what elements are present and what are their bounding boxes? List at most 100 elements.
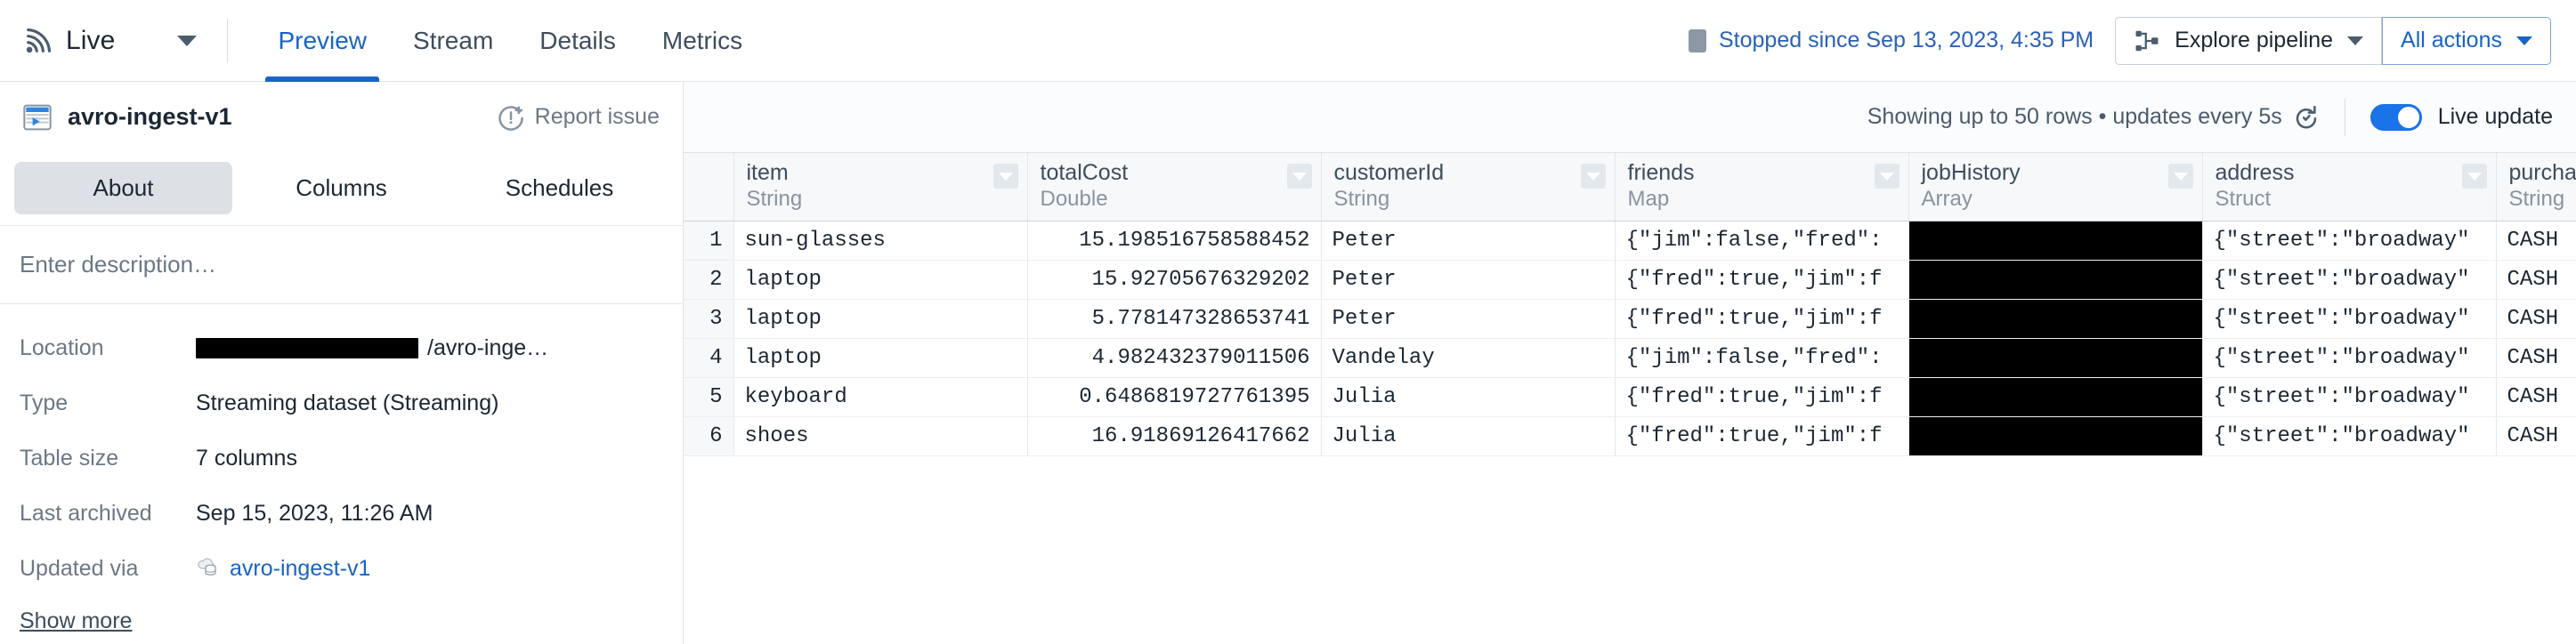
chevron-down-icon[interactable] bbox=[1580, 164, 1606, 189]
cell-address[interactable]: {"street":"broadway" bbox=[2202, 221, 2497, 261]
chevron-down-icon[interactable] bbox=[1874, 164, 1900, 189]
preview-table-container[interactable]: item String totalCost Double customerId … bbox=[684, 153, 2576, 644]
updated-via-link[interactable]: avro-ingest-v1 bbox=[230, 556, 370, 582]
cell-item[interactable]: keyboard bbox=[733, 377, 1028, 417]
table-row[interactable]: 4 laptop 4.982432379011506 Vandelay {"ji… bbox=[684, 338, 2576, 378]
refresh-icon[interactable] bbox=[2293, 104, 2320, 131]
sidebar-tab-columns[interactable]: Columns bbox=[232, 162, 450, 214]
tab-stream[interactable]: Stream bbox=[393, 0, 513, 82]
table-row[interactable]: 5 keyboard 0.6486819727761395 Julia {"fr… bbox=[684, 377, 2576, 417]
chevron-down-icon[interactable] bbox=[2461, 164, 2487, 189]
show-more-link[interactable]: Show more bbox=[20, 608, 663, 634]
tab-metrics-label: Metrics bbox=[661, 26, 743, 54]
cell-customerid[interactable]: Julia bbox=[1321, 377, 1616, 417]
toolbar-button-group: Explore pipeline All actions bbox=[2115, 16, 2551, 65]
cell-jobhistory[interactable] bbox=[1908, 377, 2203, 417]
cell-friends[interactable]: {"fred":true,"jim":f bbox=[1615, 299, 1909, 339]
sidebar-tab-about[interactable]: About bbox=[14, 162, 232, 214]
cell-friends[interactable]: {"fred":true,"jim":f bbox=[1615, 260, 1909, 300]
chevron-down-icon[interactable] bbox=[2347, 36, 2364, 45]
cell-purchasetype[interactable]: CASH bbox=[2496, 299, 2576, 339]
cell-purchasetype[interactable]: CASH bbox=[2496, 416, 2576, 456]
pipeline-graph-icon bbox=[2134, 28, 2160, 54]
toggle-switch[interactable] bbox=[2369, 103, 2422, 131]
cell-totalcost[interactable]: 0.6486819727761395 bbox=[1027, 377, 1322, 417]
column-header-jobhistory[interactable]: jobHistory Array bbox=[1908, 153, 2203, 221]
cell-customerid[interactable]: Vandelay bbox=[1321, 338, 1616, 378]
chevron-down-icon[interactable] bbox=[2167, 164, 2193, 189]
all-actions-label: All actions bbox=[2401, 28, 2502, 52]
cell-purchasetype[interactable]: CASH bbox=[2496, 260, 2576, 300]
info-sidebar: About Columns Schedules Enter descriptio… bbox=[0, 153, 684, 644]
table-row[interactable]: 1 sun-glasses 15.198516758588452 Peter {… bbox=[684, 221, 2576, 261]
column-header-totalcost[interactable]: totalCost Double bbox=[1027, 153, 1322, 221]
cell-item[interactable]: laptop bbox=[733, 338, 1028, 378]
column-header-friends[interactable]: friends Map bbox=[1615, 153, 1909, 221]
column-header-address[interactable]: address Struct bbox=[2202, 153, 2497, 221]
cell-address[interactable]: {"street":"broadway" bbox=[2202, 416, 2497, 456]
table-row[interactable]: 6 shoes 16.91869126417662 Julia {"fred":… bbox=[684, 416, 2576, 456]
cell-totalcost[interactable]: 5.778147328653741 bbox=[1027, 299, 1322, 339]
chevron-down-icon[interactable] bbox=[2516, 36, 2532, 45]
cell-totalcost[interactable]: 15.198516758588452 bbox=[1027, 221, 1322, 261]
cell-totalcost[interactable]: 4.982432379011506 bbox=[1027, 338, 1322, 378]
table-header: item String totalCost Double customerId … bbox=[684, 153, 2576, 221]
cell-jobhistory[interactable] bbox=[1908, 338, 2203, 378]
chevron-down-icon[interactable] bbox=[992, 164, 1018, 189]
chevron-down-icon[interactable] bbox=[177, 35, 198, 46]
cell-friends[interactable]: {"jim":false,"fred": bbox=[1615, 221, 1909, 261]
description-input[interactable]: Enter description… bbox=[0, 226, 683, 304]
cell-item[interactable]: laptop bbox=[733, 260, 1028, 300]
cell-address[interactable]: {"street":"broadway" bbox=[2202, 377, 2497, 417]
chevron-down-icon[interactable] bbox=[1286, 164, 1312, 189]
table-row[interactable]: 3 laptop 5.778147328653741 Peter {"fred"… bbox=[684, 299, 2576, 339]
report-issue-button[interactable]: Report issue bbox=[498, 104, 660, 131]
cell-item[interactable]: shoes bbox=[733, 416, 1028, 456]
cell-purchasetype[interactable]: CASH bbox=[2496, 338, 2576, 378]
tab-details[interactable]: Details bbox=[520, 0, 636, 82]
column-header-customerid[interactable]: customerId String bbox=[1321, 153, 1616, 221]
table-row[interactable]: 2 laptop 15.92705676329202 Peter {"fred"… bbox=[684, 260, 2576, 300]
sidebar-tab-about-label: About bbox=[93, 174, 154, 201]
cell-item[interactable]: sun-glasses bbox=[733, 221, 1028, 261]
pipeline-status[interactable]: Stopped since Sep 13, 2023, 4:35 PM bbox=[1689, 28, 2094, 53]
column-header-item[interactable]: item String bbox=[733, 153, 1028, 221]
cell-totalcost[interactable]: 16.91869126417662 bbox=[1027, 416, 1322, 456]
explore-pipeline-label: Explore pipeline bbox=[2175, 28, 2334, 52]
cell-jobhistory[interactable] bbox=[1908, 221, 2203, 261]
cell-jobhistory[interactable] bbox=[1908, 260, 2203, 300]
column-name: totalCost bbox=[1040, 160, 1129, 185]
table-empty-space bbox=[684, 455, 2576, 644]
all-actions-button[interactable]: All actions bbox=[2382, 16, 2551, 65]
live-update-toggle[interactable]: Live update bbox=[2369, 103, 2553, 131]
cell-friends[interactable]: {"fred":true,"jim":f bbox=[1615, 416, 1909, 456]
cell-totalcost[interactable]: 15.92705676329202 bbox=[1027, 260, 1322, 300]
cell-customerid[interactable]: Julia bbox=[1321, 416, 1616, 456]
cell-address[interactable]: {"street":"broadway" bbox=[2202, 260, 2497, 300]
column-type: Double bbox=[1040, 186, 1108, 211]
cell-purchasetype[interactable]: CASH bbox=[2496, 221, 2576, 261]
toggle-knob bbox=[2397, 106, 2419, 128]
tab-stream-label: Stream bbox=[413, 26, 494, 54]
cell-address[interactable]: {"street":"broadway" bbox=[2202, 338, 2497, 378]
cell-customerid[interactable]: Peter bbox=[1321, 299, 1616, 339]
metadata-key: Updated via bbox=[20, 555, 139, 581]
cell-purchasetype[interactable]: CASH bbox=[2496, 377, 2576, 417]
metadata-row-type: Type Streaming dataset (Streaming) bbox=[20, 375, 663, 431]
cell-friends[interactable]: {"fred":true,"jim":f bbox=[1615, 377, 1909, 417]
cell-friends[interactable]: {"jim":false,"fred": bbox=[1615, 338, 1909, 378]
sidebar-tab-schedules[interactable]: Schedules bbox=[450, 162, 668, 214]
cell-item[interactable]: laptop bbox=[733, 299, 1028, 339]
cell-address[interactable]: {"street":"broadway" bbox=[2202, 299, 2497, 339]
cell-customerid[interactable]: Peter bbox=[1321, 221, 1616, 261]
tab-preview[interactable]: Preview bbox=[258, 0, 386, 82]
cell-jobhistory[interactable] bbox=[1908, 416, 2203, 456]
column-header-purchasetype[interactable]: purchaseType String bbox=[2496, 153, 2576, 221]
table-body: 1 sun-glasses 15.198516758588452 Peter {… bbox=[684, 221, 2576, 456]
tab-metrics[interactable]: Metrics bbox=[643, 0, 762, 82]
cell-customerid[interactable]: Peter bbox=[1321, 260, 1616, 300]
explore-pipeline-button[interactable]: Explore pipeline bbox=[2115, 16, 2383, 65]
cell-jobhistory[interactable] bbox=[1908, 299, 2203, 339]
column-type: String bbox=[2508, 186, 2565, 211]
live-branch-selector[interactable]: Live bbox=[23, 26, 198, 56]
